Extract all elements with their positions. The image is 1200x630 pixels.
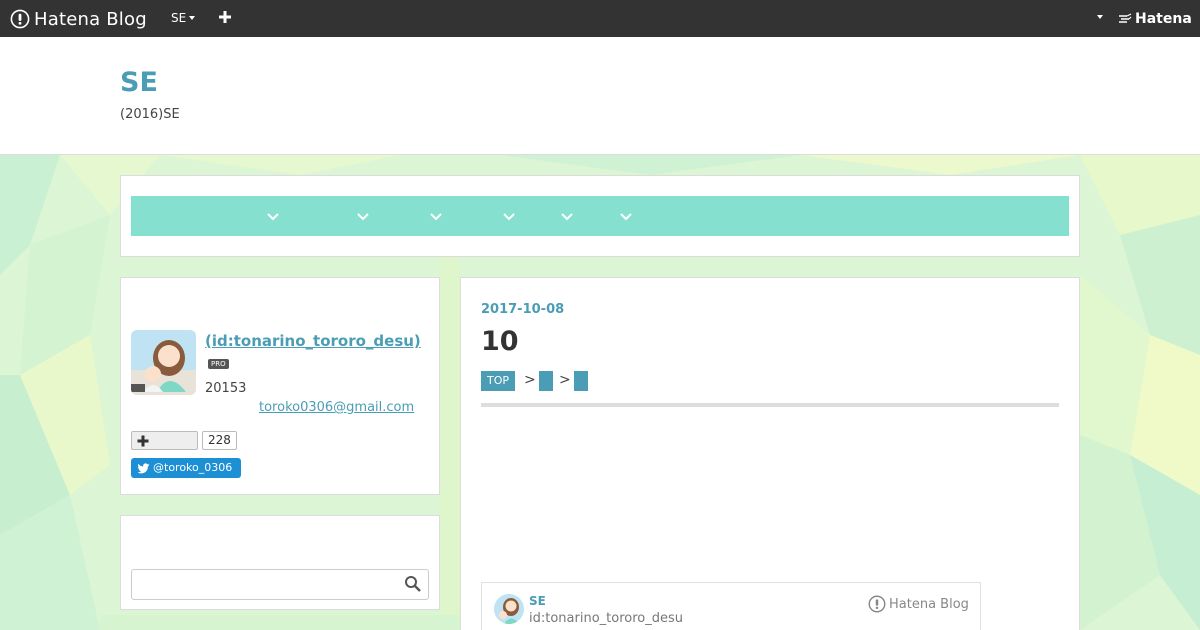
blog-select-label: SE [171, 11, 187, 25]
global-nav-bar [131, 196, 1069, 236]
entry-date[interactable]: 2017-10-08 [481, 302, 564, 317]
caret-down-icon [189, 16, 196, 20]
twitter-bird-icon [138, 463, 150, 474]
plus-icon[interactable] [218, 10, 232, 24]
hatena-brand-icon [1119, 13, 1132, 23]
nav-chevron-down-icon[interactable] [560, 209, 574, 223]
plus-icon [137, 435, 149, 447]
nav-chevron-down-icon[interactable] [619, 209, 633, 223]
subscribe-button[interactable] [131, 431, 198, 450]
pro-badge: PRO [208, 359, 229, 369]
embedded-blog-card[interactable]: SE id:tonarino_tororo_desu Hatena Blog [481, 582, 981, 630]
avatar[interactable] [131, 330, 196, 395]
entry-article: 2017-10-08 10 TOP > > SE id:tonarino_tor… [460, 277, 1080, 630]
user-menu-caret-icon[interactable] [1097, 15, 1103, 19]
hatena-blog-logo-icon [868, 595, 886, 613]
blog-title[interactable]: SE [120, 67, 158, 98]
hatena-blog-logo[interactable]: Hatena Blog [10, 8, 147, 30]
nav-chevron-down-icon[interactable] [502, 209, 516, 223]
search-input[interactable] [131, 569, 429, 600]
blog-description: (2016)SE [120, 107, 180, 122]
global-nav-box [120, 175, 1080, 257]
profile-module: (id:tonarino_tororo_desu) PRO 20153 toro… [120, 277, 440, 495]
search-icon[interactable] [404, 575, 422, 593]
twitter-handle: @toroko_0306 [153, 461, 233, 474]
card-blog-id: id:tonarino_tororo_desu [529, 611, 683, 626]
blog-header: SE (2016)SE [0, 37, 1200, 155]
profile-description: 20153 [205, 381, 247, 396]
card-avatar [494, 594, 524, 624]
blog-select-dropdown[interactable]: SE [171, 11, 196, 25]
entry-title[interactable]: 10 [481, 326, 519, 357]
global-header: Hatena Blog SE Hatena [0, 0, 1200, 37]
breadcrumb-separator: > [524, 372, 536, 388]
entry-divider [481, 403, 1059, 407]
twitter-follow-button[interactable]: @toroko_0306 [131, 458, 241, 478]
profile-email-link[interactable]: toroko0306@gmail.com [259, 400, 414, 415]
card-blog-title[interactable]: SE [529, 594, 546, 608]
logo-text: Hatena Blog [34, 8, 147, 30]
category-link[interactable] [574, 371, 588, 391]
nav-chevron-down-icon[interactable] [356, 209, 370, 223]
hatena-brand-link[interactable]: Hatena [1118, 10, 1192, 28]
subscriber-count: 228 [202, 431, 237, 450]
card-hatena-blog-logo: Hatena Blog [868, 595, 969, 613]
hatena-brand-text: Hatena [1135, 11, 1192, 27]
hatena-blog-logo-icon [10, 9, 30, 29]
card-avatar-illustration [494, 594, 524, 624]
category-top[interactable]: TOP [481, 371, 516, 391]
breadcrumb-separator: > [559, 372, 571, 388]
search-module [120, 515, 440, 610]
category-link[interactable] [539, 371, 553, 391]
card-brand-text: Hatena Blog [889, 596, 969, 612]
profile-name-link[interactable]: (id:tonarino_tororo_desu) [205, 332, 421, 350]
nav-chevron-down-icon[interactable] [266, 209, 280, 223]
nav-chevron-down-icon[interactable] [429, 209, 443, 223]
avatar-illustration [131, 330, 196, 395]
